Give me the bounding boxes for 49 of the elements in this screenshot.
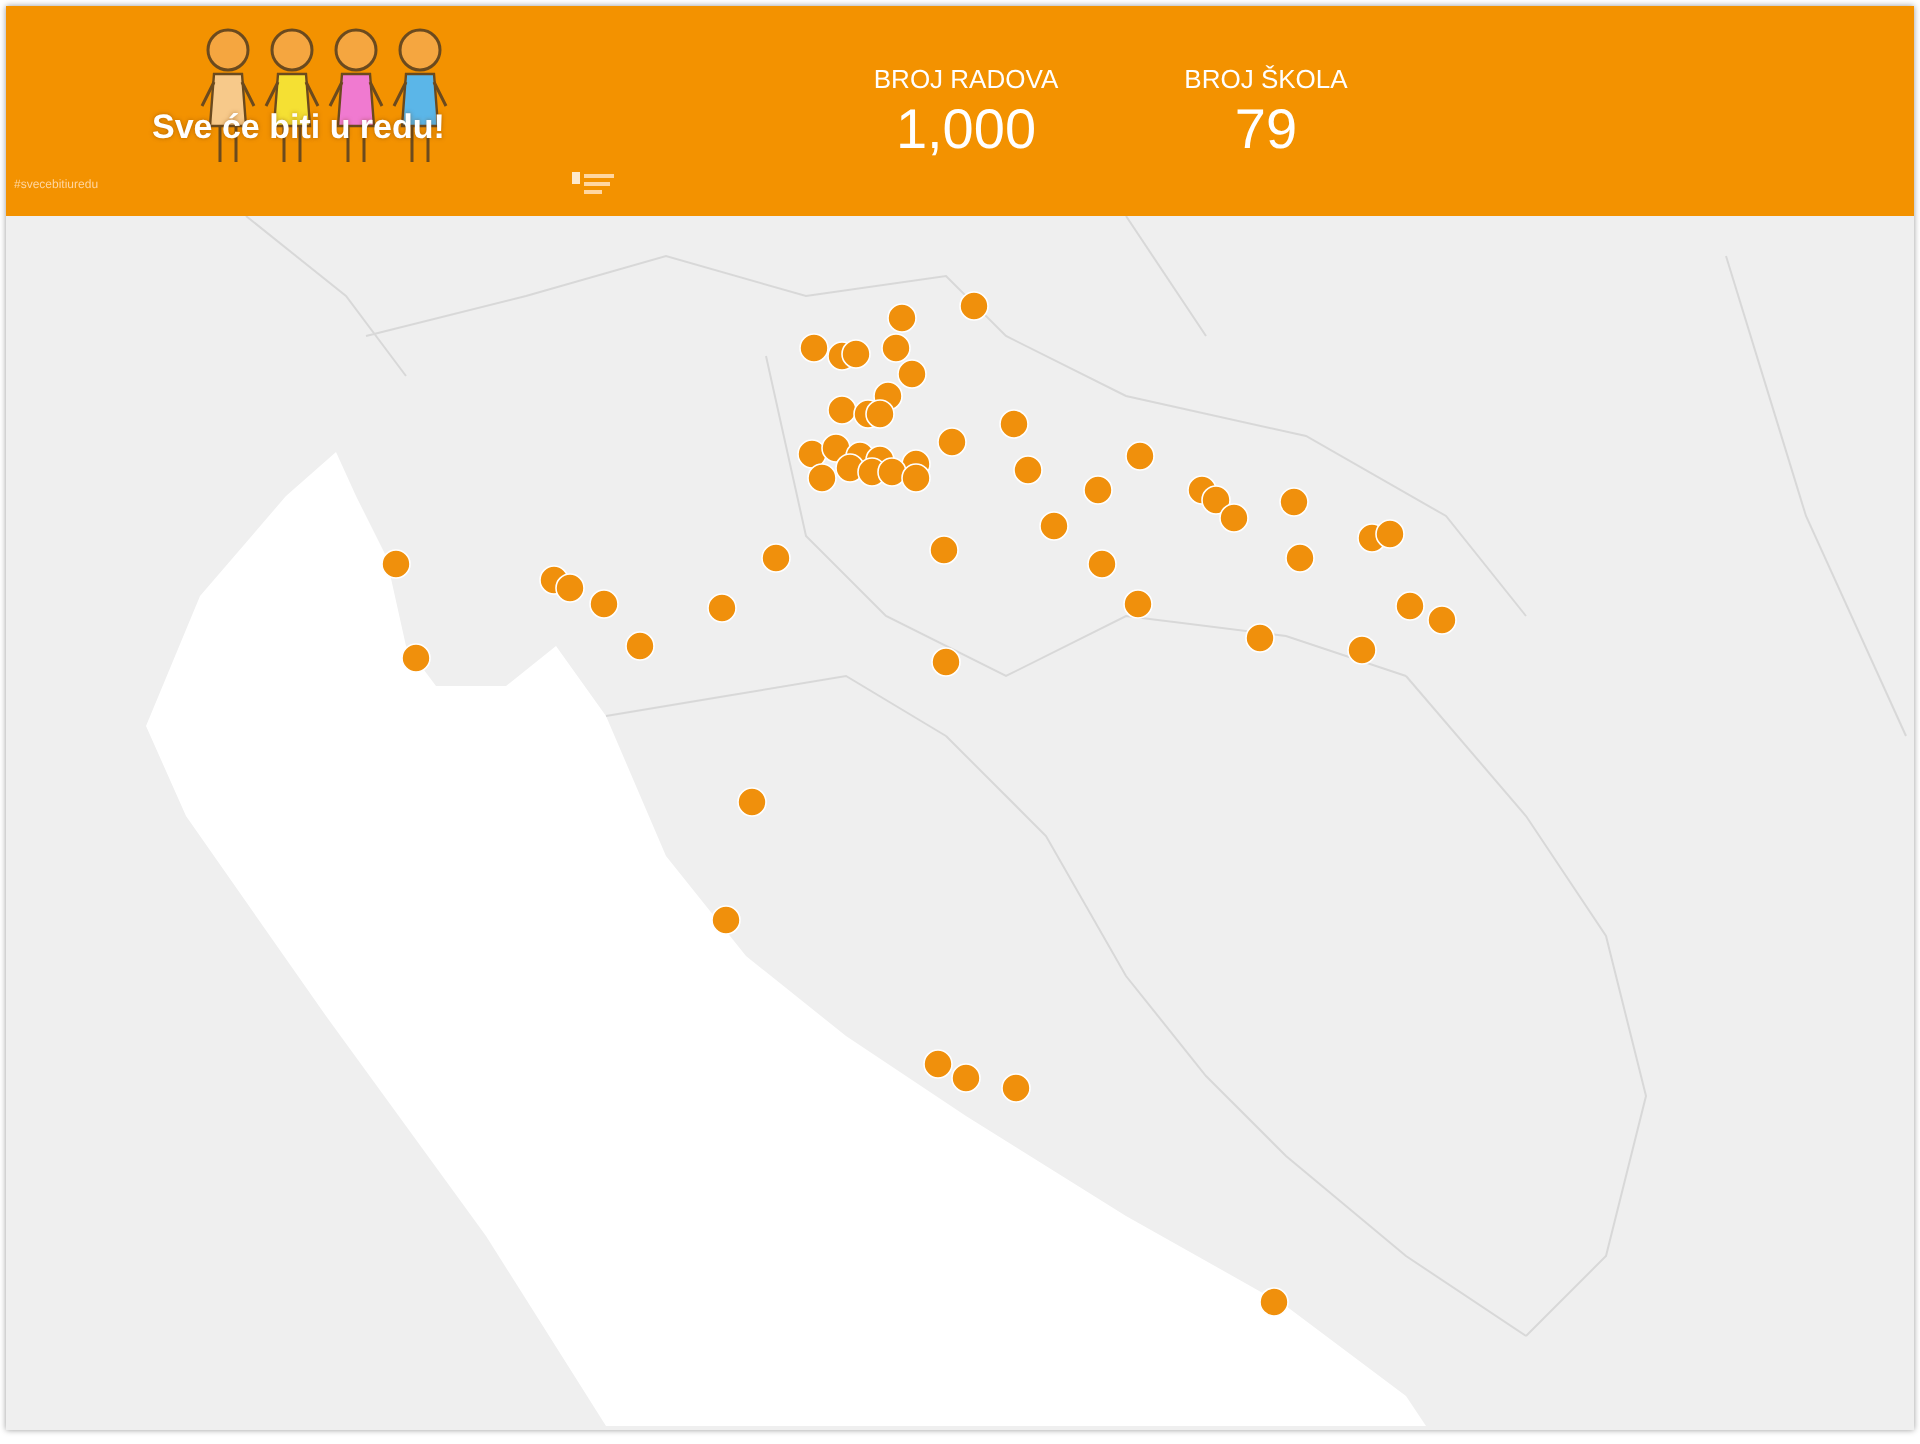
location-marker[interactable]	[761, 543, 791, 573]
location-marker[interactable]	[707, 593, 737, 623]
location-marker[interactable]	[929, 535, 959, 565]
location-marker[interactable]	[1083, 475, 1113, 505]
location-marker[interactable]	[1087, 549, 1117, 579]
banner-title: Sve će biti u redu!	[152, 106, 445, 150]
location-marker[interactable]	[737, 787, 767, 817]
location-marker[interactable]	[589, 589, 619, 619]
location-marker[interactable]	[1013, 455, 1043, 485]
location-marker[interactable]	[901, 463, 931, 493]
location-marker[interactable]	[555, 573, 585, 603]
location-marker[interactable]	[841, 339, 871, 369]
location-marker[interactable]	[959, 291, 989, 321]
location-marker[interactable]	[887, 303, 917, 333]
stat-label: BROJ ŠKOLA	[1184, 62, 1348, 98]
location-marker[interactable]	[401, 643, 431, 673]
location-marker[interactable]	[1125, 441, 1155, 471]
location-marker[interactable]	[865, 399, 895, 429]
location-marker[interactable]	[1245, 623, 1275, 653]
location-marker[interactable]	[1123, 589, 1153, 619]
location-marker[interactable]	[923, 1049, 953, 1079]
location-marker[interactable]	[931, 647, 961, 677]
location-marker[interactable]	[1201, 485, 1231, 515]
location-marker[interactable]	[1395, 591, 1425, 621]
location-marker[interactable]	[1219, 503, 1249, 533]
location-marker[interactable]	[1001, 1073, 1031, 1103]
location-marker[interactable]	[877, 457, 907, 487]
location-marker[interactable]	[1259, 1287, 1289, 1317]
stat-value: 1,000	[895, 99, 1037, 161]
location-marker[interactable]	[625, 631, 655, 661]
location-marker[interactable]	[799, 333, 829, 363]
location-marker[interactable]	[807, 463, 837, 493]
location-marker[interactable]	[937, 427, 967, 457]
stat-label: BROJ RADOVA	[873, 62, 1059, 98]
stat-value: 79	[1234, 99, 1298, 161]
location-marker[interactable]	[1279, 487, 1309, 517]
location-marker[interactable]	[1427, 605, 1457, 635]
logo-icon	[572, 170, 616, 198]
location-marker[interactable]	[1039, 511, 1069, 541]
location-marker[interactable]	[1375, 519, 1405, 549]
location-marker[interactable]	[711, 905, 741, 935]
location-marker[interactable]	[1347, 635, 1377, 665]
location-marker[interactable]	[381, 549, 411, 579]
location-marker[interactable]	[999, 409, 1029, 439]
location-marker[interactable]	[951, 1063, 981, 1093]
location-marker[interactable]	[1285, 543, 1315, 573]
location-marker[interactable]	[897, 359, 927, 389]
location-marker[interactable]	[827, 395, 857, 425]
location-marker[interactable]	[881, 333, 911, 363]
